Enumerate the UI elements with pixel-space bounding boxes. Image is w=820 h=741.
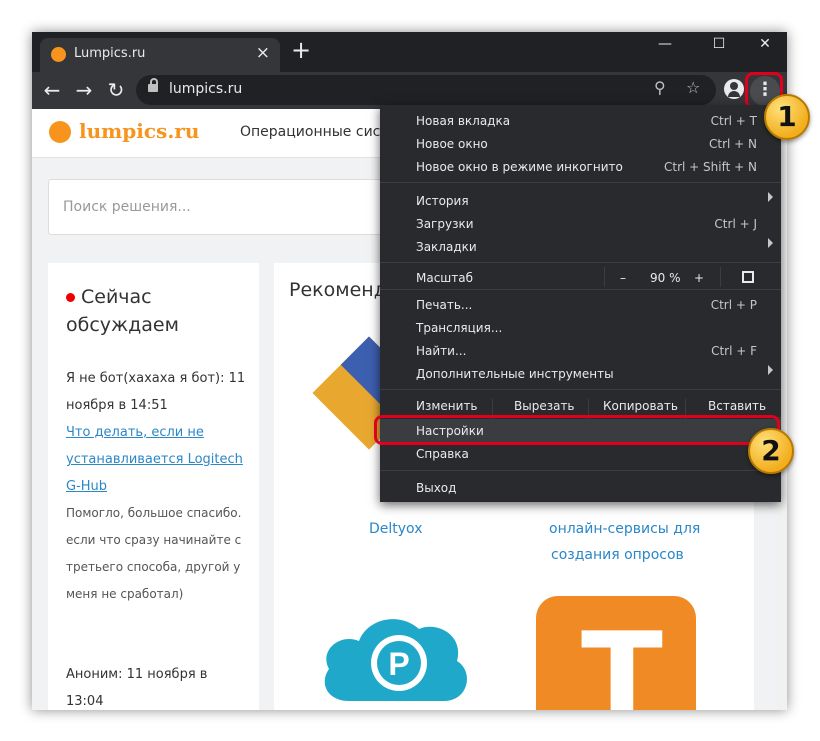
- paste-button[interactable]: Вставить: [708, 399, 766, 413]
- maximize-button[interactable]: ☐: [696, 32, 742, 58]
- menu-item-cast[interactable]: Трансляция...: [380, 316, 781, 339]
- article-caption[interactable]: Deltyox: [369, 521, 422, 537]
- menu-item-incognito[interactable]: Новое окно в режиме инкогнито Ctrl + Shif…: [380, 155, 781, 178]
- highlight-settings: [374, 415, 780, 445]
- minimize-button[interactable]: —: [642, 32, 688, 58]
- menu-divider: [380, 389, 781, 390]
- comment-author: Аноним: 11 ноября в 13:04: [66, 667, 208, 709]
- tab-lumpics[interactable]: Lumpics.ru ×: [40, 38, 280, 72]
- submenu-arrow-icon: [768, 192, 773, 202]
- menu-divider: [380, 470, 781, 471]
- zoom-in-button[interactable]: +: [694, 271, 704, 285]
- svg-text:P: P: [388, 646, 409, 682]
- comment-author: Я не бот(хахаха я бот): 11 ноября в 14:5…: [66, 371, 246, 413]
- browser-toolbar: ← → ↻ lumpics.ru ⚲ ☆ ⋮: [32, 72, 787, 109]
- tab-title: Lumpics.ru: [74, 46, 146, 61]
- menu-item-new-tab[interactable]: Новая вкладка Ctrl + T: [380, 109, 781, 132]
- step-badge-1: 1: [764, 94, 810, 140]
- zoom-out-button[interactable]: –: [620, 271, 626, 285]
- menu-divider: [380, 289, 781, 290]
- site-logo-icon[interactable]: [49, 121, 71, 143]
- close-window-button[interactable]: ✕: [742, 32, 787, 58]
- menu-item-exit[interactable]: Выход: [380, 476, 781, 499]
- menu-divider: [380, 262, 781, 263]
- bookmark-star-icon[interactable]: ☆: [686, 78, 700, 97]
- comment-article-link[interactable]: Что делать, если не устанавливается Logi…: [66, 419, 246, 500]
- menu-zoom-row: Масштаб – 90 % +: [380, 265, 781, 289]
- search-placeholder: Поиск решения...: [63, 199, 191, 215]
- url-text: lumpics.ru: [169, 81, 243, 97]
- browser-window: Lumpics.ru × + — ☐ ✕ ← → ↻ lumpics.ru ⚲ …: [32, 32, 787, 710]
- comment-text: Помогло, большое спасибо. если что сразу…: [66, 506, 242, 601]
- app-tile-icon[interactable]: T: [536, 596, 696, 710]
- copy-button[interactable]: Копировать: [603, 399, 678, 413]
- menu-item-bookmarks[interactable]: Закладки: [380, 235, 781, 258]
- edit-label: Изменить: [416, 399, 478, 413]
- forward-button[interactable]: →: [70, 77, 98, 105]
- menu-item-find[interactable]: Найти... Ctrl + F: [380, 339, 781, 362]
- zoom-value: 90 %: [650, 271, 681, 285]
- zoom-icon[interactable]: ⚲: [654, 78, 666, 97]
- menu-item-help[interactable]: Справка: [380, 442, 781, 465]
- chrome-main-menu: Новая вкладка Ctrl + T Новое окно Ctrl + N…: [374, 105, 781, 502]
- menu-divider: [380, 182, 781, 183]
- menu-item-downloads[interactable]: Загрузки Ctrl + J: [380, 212, 781, 235]
- fullscreen-icon[interactable]: [742, 271, 754, 283]
- recommended-heading: Рекоменд: [289, 279, 387, 301]
- live-dot-icon: [66, 293, 75, 302]
- cut-button[interactable]: Вырезать: [514, 399, 575, 413]
- back-button[interactable]: ←: [38, 77, 66, 105]
- article-caption[interactable]: онлайн-сервисы для: [549, 521, 700, 537]
- reload-button[interactable]: ↻: [102, 77, 130, 105]
- discussion-heading: Сейчас обсуждаем: [66, 286, 179, 336]
- tab-close-icon[interactable]: ×: [256, 43, 270, 63]
- menu-item-print[interactable]: Печать... Ctrl + P: [380, 293, 781, 316]
- pcloud-logo-icon[interactable]: P: [319, 611, 474, 706]
- new-tab-button[interactable]: +: [287, 36, 315, 64]
- submenu-arrow-icon: [768, 238, 773, 248]
- menu-edit-row: Изменить Вырезать Копировать Вставить: [380, 393, 781, 419]
- site-logo-text[interactable]: lumpics.ru: [79, 119, 199, 143]
- menu-item-new-window[interactable]: Новое окно Ctrl + N: [380, 132, 781, 155]
- menu-item-more-tools[interactable]: Дополнительные инструменты: [380, 362, 781, 385]
- lumpics-favicon-icon: [51, 47, 66, 62]
- nav-item-os[interactable]: Операционные сист: [240, 124, 389, 140]
- tab-strip: Lumpics.ru × + — ☐ ✕: [32, 32, 787, 72]
- address-bar[interactable]: lumpics.ru ⚲ ☆: [136, 75, 716, 105]
- submenu-arrow-icon: [768, 365, 773, 375]
- article-caption[interactable]: создания опросов: [551, 547, 684, 563]
- zoom-label: Масштаб: [416, 271, 474, 285]
- step-badge-2: 2: [748, 428, 794, 474]
- profile-avatar-icon[interactable]: [724, 79, 744, 99]
- menu-item-history[interactable]: История: [380, 189, 781, 212]
- lock-icon: [148, 78, 158, 92]
- discussion-card: Сейчас обсуждаем Я не бот(хахаха я бот):…: [48, 263, 259, 710]
